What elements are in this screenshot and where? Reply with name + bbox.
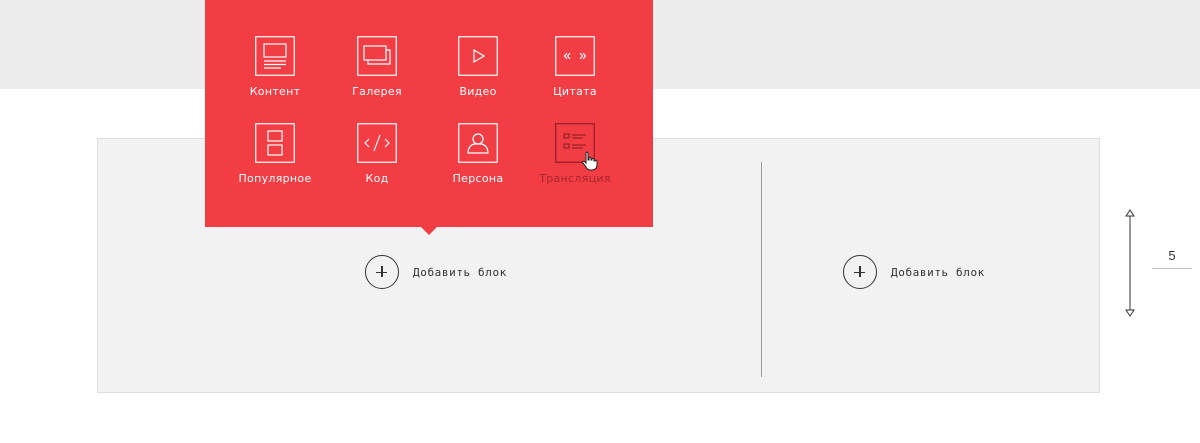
content-icon [255, 36, 295, 76]
gallery-icon [357, 36, 397, 76]
popular-icon [255, 123, 295, 163]
spacing-value-field[interactable]: 5 [1152, 246, 1192, 269]
menu-item-label: Видео [459, 85, 497, 98]
plus-icon [843, 255, 877, 289]
menu-item-label: Галерея [352, 85, 402, 98]
menu-item-label: Код [365, 172, 389, 185]
vertical-spacing-handle[interactable] [1120, 208, 1140, 318]
add-block-label: Добавить блок [413, 265, 507, 279]
hand-cursor-icon [582, 151, 598, 171]
menu-item-content[interactable]: Контент [225, 36, 325, 98]
column-divider[interactable] [761, 162, 762, 377]
add-block-button-right[interactable]: Добавить блок [843, 255, 985, 289]
add-block-label: Добавить блок [891, 265, 985, 279]
block-type-menu: Контент Галерея Видео Цитата Популярное … [205, 0, 653, 235]
video-icon [458, 36, 498, 76]
menu-item-broadcast[interactable]: Трансляция [525, 123, 625, 185]
menu-item-label: Цитата [553, 85, 597, 98]
code-icon [357, 123, 397, 163]
person-icon [458, 123, 498, 163]
menu-item-person[interactable]: Персона [428, 123, 528, 185]
add-block-button-left[interactable]: Добавить блок [365, 255, 507, 289]
menu-item-video[interactable]: Видео [428, 36, 528, 98]
menu-item-popular[interactable]: Популярное [225, 123, 325, 185]
menu-item-code[interactable]: Код [327, 123, 427, 185]
menu-item-label: Трансляция [539, 172, 611, 185]
menu-pointer [421, 227, 437, 235]
menu-item-quote[interactable]: Цитата [525, 36, 625, 98]
menu-item-label: Популярное [238, 172, 312, 185]
menu-item-gallery[interactable]: Галерея [327, 36, 427, 98]
quote-icon [555, 36, 595, 76]
plus-icon [365, 255, 399, 289]
menu-item-label: Персона [452, 172, 504, 185]
menu-item-label: Контент [249, 85, 301, 98]
